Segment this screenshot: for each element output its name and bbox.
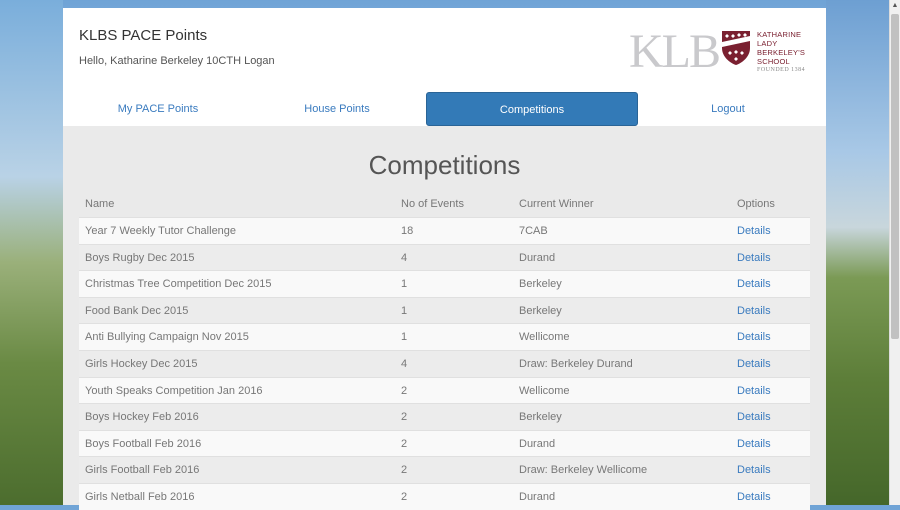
nav-logout[interactable]: Logout	[638, 92, 818, 126]
scroll-up-arrow-icon[interactable]: ▲	[891, 2, 899, 10]
table-row: Anti Bullying Campaign Nov 2015 1 Wellicom…	[79, 323, 810, 350]
logo-initials: KLB	[629, 25, 721, 78]
row-name: Youth Speaks Competition Jan 2016	[85, 384, 263, 397]
table-row: Boys Hockey Feb 2016 2 Berkeley Details	[79, 403, 810, 430]
table-row: Girls Football Feb 2016 2 Draw: Berkeley W…	[79, 456, 810, 483]
logo-school-name: KATHARINE LADY BERKELEY'S SCHOOL	[757, 30, 806, 66]
row-winner: Wellicome	[519, 331, 570, 344]
row-name: Year 7 Weekly Tutor Challenge	[85, 225, 237, 237]
details-link[interactable]: Details	[737, 298, 771, 324]
row-events: 2	[401, 464, 408, 477]
row-winner: Durand	[519, 490, 556, 503]
row-winner: Berkeley	[519, 304, 562, 317]
details-link[interactable]: Details	[737, 218, 771, 244]
details-link[interactable]: Details	[737, 404, 771, 430]
row-events: 2	[401, 437, 408, 450]
details-link[interactable]: Details	[737, 271, 771, 297]
row-events: 1	[401, 331, 408, 344]
table-row: Boys Rugby Dec 2015 4 Durand Details	[79, 243, 810, 271]
row-winner: Berkeley	[519, 411, 562, 424]
header-events: No of Events	[401, 198, 464, 210]
header-name: Name	[85, 198, 115, 210]
row-winner: Draw: Berkeley Wellicome	[519, 464, 648, 477]
row-name: Girls Football Feb 2016	[85, 464, 200, 477]
details-link[interactable]: Details	[737, 378, 771, 404]
table-row: Year 7 Weekly Tutor Challenge 18 7CAB Detai…	[79, 217, 810, 244]
details-link[interactable]: Details	[737, 324, 771, 350]
nav-house-points[interactable]: House Points	[253, 92, 421, 126]
table-row: Girls Hockey Dec 2015 4 Draw: Berkeley Dur…	[79, 349, 810, 377]
row-events: 1	[401, 278, 408, 291]
main-nav: My PACE Points House Points Competitions…	[63, 92, 826, 126]
details-link[interactable]: Details	[737, 457, 771, 483]
background-landscape-left	[0, 0, 63, 505]
row-name: Anti Bullying Campaign Nov 2015	[85, 331, 249, 344]
nav-my-pace-points[interactable]: My PACE Points	[63, 92, 253, 126]
table-row: Girls Netball Feb 2016 2 Durand Details	[79, 482, 810, 510]
background-landscape-right	[826, 0, 890, 505]
page-scrollbar[interactable]: ▲	[889, 0, 900, 505]
row-name: Girls Netball Feb 2016	[85, 490, 195, 503]
details-link[interactable]: Details	[737, 351, 771, 377]
table-row: Youth Speaks Competition Jan 2016 2 Wellic…	[79, 376, 810, 404]
details-link[interactable]: Details	[737, 484, 771, 510]
row-winner: Durand	[519, 437, 556, 450]
page-title: Competitions	[368, 150, 521, 180]
row-events: 18	[401, 225, 414, 237]
crest-icon	[722, 31, 750, 65]
row-winner: Berkeley	[519, 278, 562, 291]
row-events: 1	[401, 304, 408, 317]
row-name: Boys Rugby Dec 2015	[85, 251, 195, 264]
content-area: Competitions Name No of Events Current W…	[63, 126, 826, 510]
table-row: Boys Football Feb 2016 2 Durand Details	[79, 429, 810, 457]
details-link[interactable]: Details	[737, 245, 771, 271]
row-events: 2	[401, 411, 408, 424]
table-row: Food Bank Dec 2015 1 Berkeley Details	[79, 296, 810, 324]
row-events: 2	[401, 384, 408, 397]
header-winner: Current Winner	[519, 198, 594, 210]
row-name: Food Bank Dec 2015	[85, 304, 189, 317]
row-events: 4	[401, 357, 408, 370]
row-name: Christmas Tree Competition Dec 2015	[85, 278, 272, 291]
main-card: KLBS PACE Points Hello, Katharine Berkel…	[63, 8, 826, 510]
row-name: Boys Hockey Feb 2016	[85, 411, 199, 424]
row-winner: Wellicome	[519, 384, 570, 397]
user-greeting: Hello, Katharine Berkeley 10CTH Logan	[79, 55, 275, 67]
details-link[interactable]: Details	[737, 431, 771, 457]
header-options: Options	[737, 198, 775, 210]
competitions-table: Name No of Events Current Winner Options…	[79, 192, 810, 510]
table-body: Year 7 Weekly Tutor Challenge 18 7CAB Detai…	[79, 217, 810, 510]
scroll-thumb[interactable]	[891, 14, 899, 339]
logo-founded: FOUNDED 1384	[757, 67, 806, 73]
row-winner: Durand	[519, 251, 556, 264]
row-events: 2	[401, 490, 408, 503]
row-winner: 7CAB	[519, 225, 548, 237]
table-row: Christmas Tree Competition Dec 2015 1 Berk…	[79, 270, 810, 297]
row-events: 4	[401, 251, 408, 264]
nav-competitions[interactable]: Competitions	[426, 92, 638, 126]
table-header: Name No of Events Current Winner Options	[79, 192, 810, 217]
row-name: Girls Hockey Dec 2015	[85, 357, 198, 370]
row-name: Boys Football Feb 2016	[85, 437, 202, 450]
app-title: KLBS PACE Points	[79, 27, 208, 44]
school-logo: KLB KATHARINE LADY BERKELEY'S SCHOOL FOU…	[629, 25, 809, 84]
row-winner: Draw: Berkeley Durand	[519, 357, 633, 370]
